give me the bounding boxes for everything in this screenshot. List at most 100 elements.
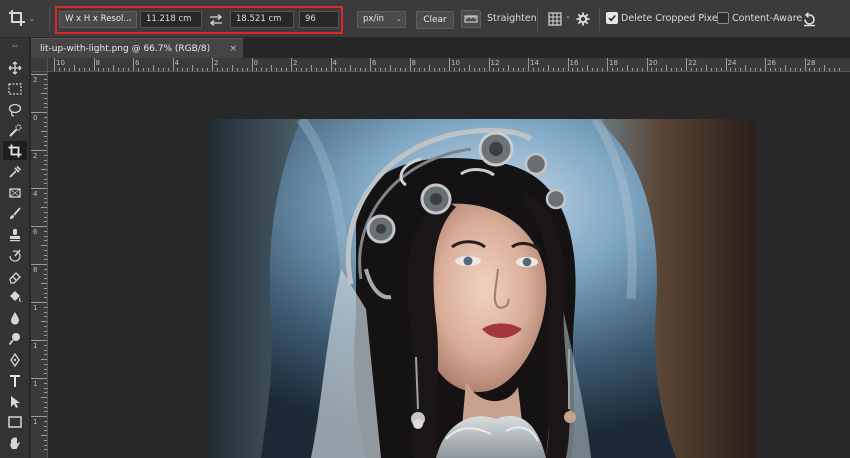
ruler-tick	[162, 68, 164, 71]
history-brush-tool-button[interactable]	[3, 246, 27, 265]
ruler-tick	[44, 164, 47, 166]
hand-tool-button[interactable]	[3, 433, 27, 452]
tool-preset-picker[interactable]: ⌄	[8, 7, 44, 31]
ruler-tick	[784, 65, 786, 71]
content-aware-checkbox[interactable]	[717, 12, 729, 24]
grid-overlay-icon[interactable]	[545, 10, 565, 28]
document-tab[interactable]: lit-up-with-light.png @ 66.7% (RGB/8) ×	[31, 38, 243, 58]
ruler-tick	[44, 235, 47, 237]
ruler-tick	[231, 65, 233, 71]
marquee-tool-button[interactable]	[3, 79, 27, 98]
blur-tool-icon	[8, 311, 22, 325]
ruler-tick	[572, 68, 574, 71]
ruler-tick	[365, 68, 367, 71]
document-image[interactable]	[206, 119, 756, 458]
clear-button[interactable]: Clear	[416, 11, 454, 29]
frame-tool-button[interactable]	[3, 183, 27, 202]
lasso-tool-button[interactable]	[3, 100, 27, 119]
ruler-tick	[710, 68, 712, 71]
ruler-tick	[557, 68, 559, 71]
ruler-tick	[458, 68, 460, 71]
ruler-tick	[44, 439, 47, 441]
ruler-origin[interactable]	[31, 58, 48, 72]
divider	[599, 7, 600, 31]
delete-cropped-checkbox[interactable]	[606, 12, 618, 24]
eraser-tool-button[interactable]	[3, 267, 27, 286]
ruler-tick	[705, 65, 707, 71]
ruler-tick	[695, 68, 697, 71]
ruler-tick	[725, 58, 727, 71]
ruler-tick	[44, 425, 47, 427]
ruler-label: 26	[767, 59, 776, 67]
panel-grip-icon[interactable]: ▴▴	[3, 42, 27, 49]
ruler-tick	[44, 444, 47, 446]
ruler-tick	[202, 68, 204, 71]
ruler-tick	[44, 178, 47, 180]
ruler-tick	[128, 68, 130, 71]
ruler-tick	[542, 68, 544, 71]
path-selection-tool-button[interactable]	[3, 392, 27, 411]
ruler-tick	[547, 65, 549, 71]
ruler-tick	[177, 68, 179, 71]
clone-stamp-tool-button[interactable]	[3, 225, 27, 244]
move-tool-icon	[8, 61, 22, 75]
divider	[49, 7, 50, 31]
resolution-units-value: px/in	[363, 14, 385, 24]
reset-icon[interactable]	[799, 9, 819, 29]
blur-tool-button[interactable]	[3, 308, 27, 327]
ruler-label: 4	[174, 59, 179, 67]
ruler-tick	[720, 68, 722, 71]
quick-selection-tool-button[interactable]	[3, 121, 27, 140]
move-tool-button[interactable]	[3, 58, 27, 77]
ruler-label: 6	[372, 59, 377, 67]
ruler-tick	[621, 68, 623, 71]
ruler-tick	[374, 68, 376, 71]
ruler-tick	[839, 68, 841, 71]
resolution-units-dropdown[interactable]: px/in ⌄	[357, 11, 406, 28]
ruler-tick	[41, 435, 47, 436]
ruler-tick	[58, 68, 60, 71]
paint-bucket-tool-button[interactable]	[3, 287, 27, 306]
eyedropper-tool-button[interactable]	[3, 162, 27, 181]
pen-tool-button[interactable]	[3, 350, 27, 369]
ruler-tick	[44, 354, 47, 356]
ruler-tick	[142, 68, 144, 71]
ruler-tick	[44, 197, 47, 199]
vertical-ruler[interactable]: 2 0 2 4 6 8 1 1 1 1	[31, 72, 48, 458]
gear-icon[interactable]	[573, 10, 593, 28]
dodge-tool-button[interactable]	[3, 329, 27, 348]
ruler-tick	[661, 68, 663, 71]
ruler-tick	[113, 65, 115, 71]
canvas-area[interactable]	[48, 73, 850, 458]
ruler-tick	[44, 306, 47, 308]
ruler-label: 2	[33, 152, 38, 160]
rectangle-tool-button[interactable]	[3, 412, 27, 431]
ruler-tick	[31, 378, 47, 379]
ruler-tick	[31, 340, 47, 341]
ruler-tick	[513, 68, 515, 71]
ruler-tick	[192, 65, 194, 71]
ruler-tick	[98, 68, 100, 71]
straighten-label[interactable]: Straighten	[487, 13, 537, 24]
brush-tool-button[interactable]	[3, 204, 27, 223]
ruler-tick	[300, 68, 302, 71]
ruler-tick	[404, 68, 406, 71]
ruler-label: 0	[253, 59, 258, 67]
close-icon[interactable]: ×	[229, 39, 237, 59]
ruler-tick	[44, 330, 47, 332]
crop-tool-button[interactable]	[3, 141, 27, 160]
ruler-tick	[567, 58, 569, 71]
ruler-tick	[44, 335, 47, 337]
ruler-tick	[44, 78, 47, 80]
type-tool-button[interactable]	[3, 371, 27, 390]
ruler-tick	[93, 58, 95, 71]
ruler-label: 28	[806, 59, 816, 67]
ruler-tick	[562, 68, 564, 71]
ruler-tick	[44, 88, 47, 90]
ruler-tick	[44, 363, 47, 365]
ruler-tick	[291, 58, 292, 71]
ruler-tick	[794, 68, 796, 71]
chevron-down-icon[interactable]: ⌄	[565, 12, 571, 20]
straighten-icon[interactable]	[461, 10, 481, 28]
horizontal-ruler[interactable]: 10 8 6 4 2 0 2 4 6 8 10 12 14 16 18 20 22 24 26 28	[48, 58, 850, 72]
